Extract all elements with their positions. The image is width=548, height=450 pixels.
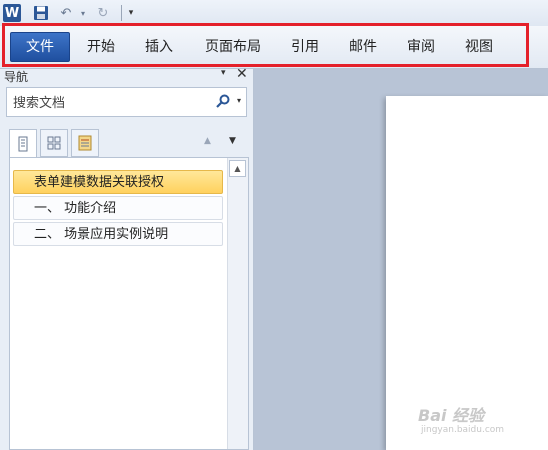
- toolbar-separator: [121, 5, 122, 21]
- tab-mailings[interactable]: 邮件: [342, 33, 384, 61]
- tab-references[interactable]: 引用: [284, 33, 326, 61]
- heading-item[interactable]: 二、 场景应用实例说明: [13, 222, 223, 246]
- tab-view[interactable]: 视图: [458, 33, 500, 61]
- pages-view-tab[interactable]: [40, 129, 68, 157]
- results-view-tab[interactable]: [71, 129, 99, 157]
- navigation-pane-title: 导航: [4, 70, 29, 84]
- headings-list: 表单建模数据关联授权 一、 功能介绍 二、 场景应用实例说明 ▲: [9, 157, 249, 450]
- tab-home[interactable]: 开始: [80, 33, 122, 61]
- search-icon[interactable]: [215, 93, 231, 109]
- heading-item[interactable]: 一、 功能介绍: [13, 196, 223, 220]
- pane-options-icon[interactable]: ▾: [221, 68, 226, 78]
- previous-heading-icon[interactable]: ▲: [204, 136, 211, 146]
- word-logo-icon[interactable]: W: [3, 4, 21, 22]
- ribbon-tab-bar: 文件 开始 插入 页面布局 引用 邮件 审阅 视图: [0, 26, 548, 69]
- tab-review[interactable]: 审阅: [400, 33, 442, 61]
- pages-view-icon: [47, 136, 61, 150]
- next-heading-icon[interactable]: ▼: [229, 136, 236, 146]
- heading-item[interactable]: 表单建模数据关联授权: [13, 170, 223, 194]
- headings-view-icon: [18, 136, 28, 152]
- headings-view-tab[interactable]: [9, 129, 37, 158]
- tab-page-layout[interactable]: 页面布局: [198, 33, 268, 61]
- undo-dropdown-icon[interactable]: ▾: [79, 4, 87, 22]
- save-icon[interactable]: [33, 4, 49, 22]
- scrollbar[interactable]: ▲: [227, 158, 248, 449]
- search-options-icon[interactable]: ▾: [237, 96, 241, 105]
- results-view-icon: [78, 135, 92, 151]
- scroll-up-icon[interactable]: ▲: [229, 160, 246, 177]
- quick-access-toolbar: W ↶ ▾ ↻ ▾: [0, 0, 548, 26]
- watermark-url: jingyan.baidu.com: [421, 425, 505, 435]
- search-box: ▾: [6, 87, 247, 117]
- redo-icon[interactable]: ↻: [96, 4, 110, 22]
- undo-icon[interactable]: ↶: [59, 4, 73, 22]
- tab-file[interactable]: 文件: [10, 32, 70, 62]
- customize-toolbar-icon[interactable]: ▾: [126, 4, 136, 22]
- document-page[interactable]: [386, 96, 548, 450]
- close-icon[interactable]: ✕: [236, 66, 248, 82]
- tab-insert[interactable]: 插入: [138, 33, 180, 61]
- search-input[interactable]: [11, 92, 205, 114]
- document-area: [254, 69, 548, 450]
- navigation-pane: 导航 ▾ ✕ ▾: [0, 66, 254, 450]
- watermark: Bai 经验: [418, 406, 485, 425]
